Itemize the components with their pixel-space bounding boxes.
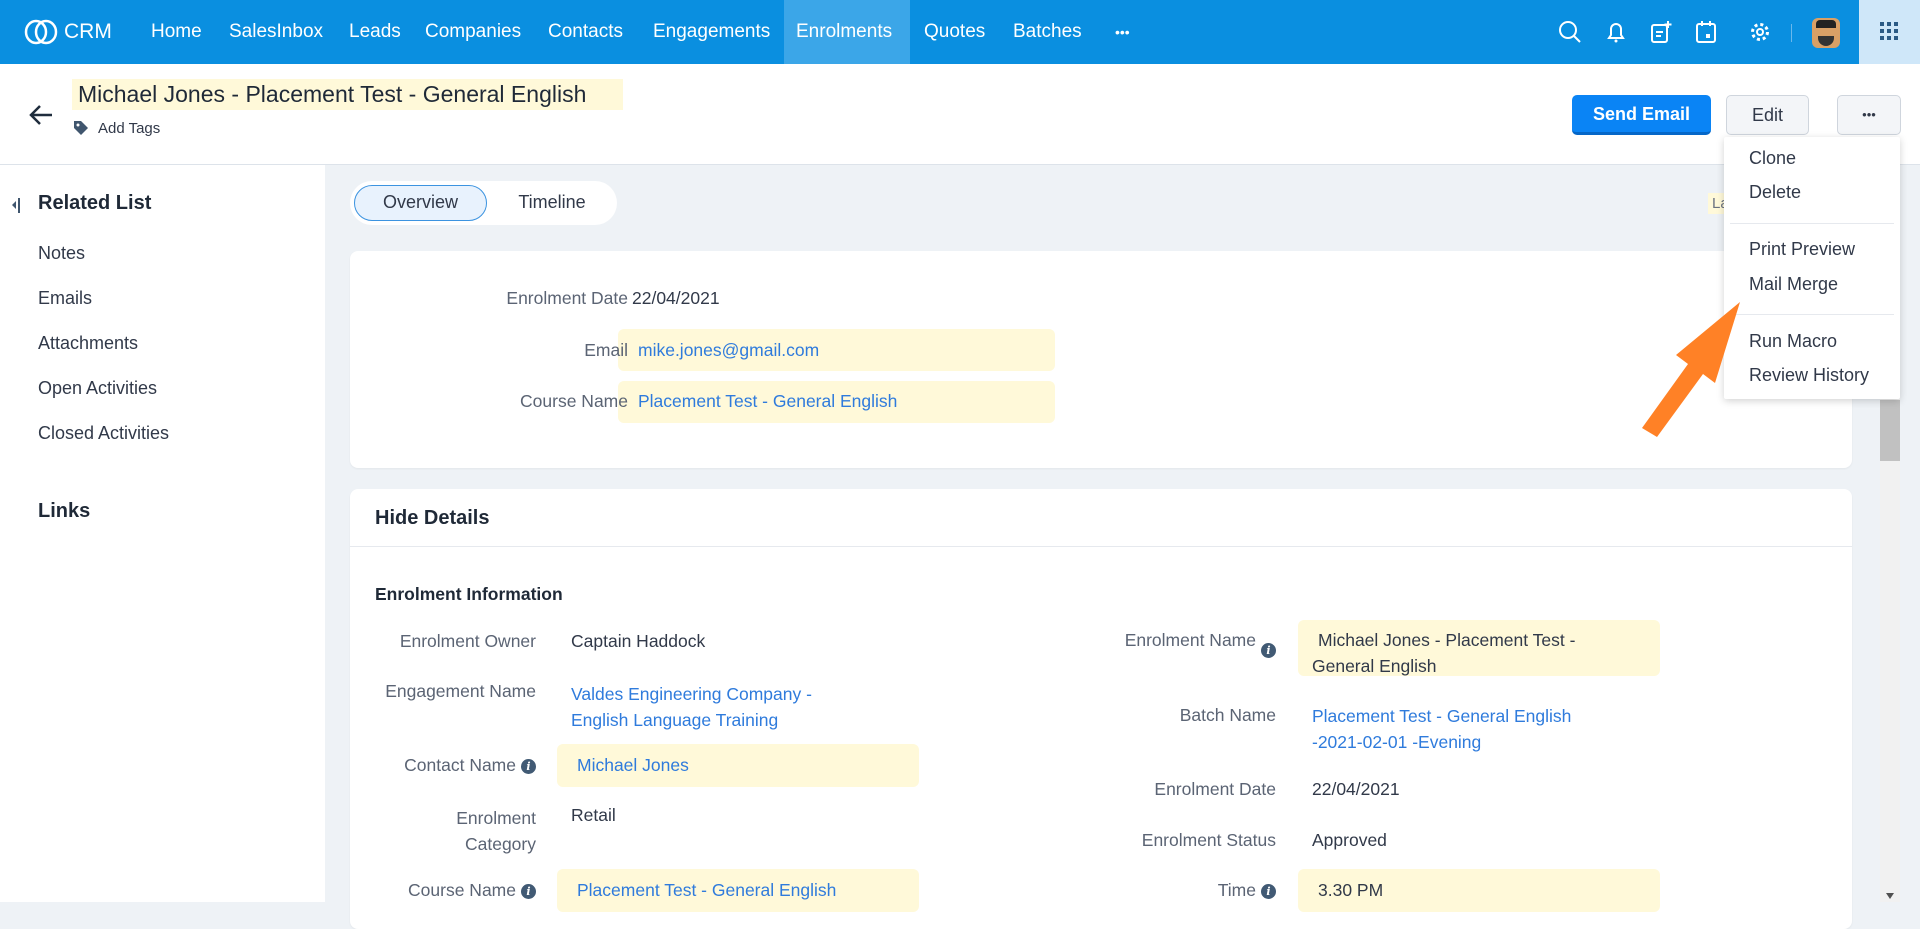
bell-icon[interactable]	[1604, 20, 1628, 44]
calendar-icon[interactable]	[1694, 20, 1718, 44]
edit-button[interactable]: Edit	[1726, 95, 1809, 135]
field-label: Time	[1217, 880, 1256, 900]
grid-icon	[1880, 22, 1898, 40]
summary-label: Email	[584, 340, 628, 360]
summary-card: Enrolment Date 22/04/2021 Email mike.jon…	[350, 251, 1852, 468]
info-icon[interactable]: i	[521, 758, 536, 774]
summary-value: 22/04/2021	[632, 288, 720, 308]
apps-grid-button[interactable]	[1859, 0, 1920, 64]
field-label: Enrolment Name	[1124, 630, 1256, 650]
section-title: Enrolment Information	[375, 584, 563, 604]
annotation-arrow-icon	[1642, 302, 1740, 437]
links-title: Links	[38, 500, 91, 522]
field-label: Engagement Name	[385, 681, 536, 701]
menu-item-print-preview[interactable]: Print Preview	[1749, 239, 1855, 260]
field-label: Contact Name	[404, 755, 516, 775]
enrolment-name-value: Michael Jones - Placement Test - General…	[1312, 630, 1576, 676]
nav-engagements[interactable]: Engagements	[641, 0, 782, 64]
field-label: Enrolment Category	[456, 808, 536, 854]
menu-item-review-history[interactable]: Review History	[1749, 365, 1869, 386]
nav-divider	[1791, 24, 1792, 42]
collapse-icon[interactable]	[11, 197, 21, 218]
more-actions-menu: Clone Delete Print Preview Mail Merge Ru…	[1724, 137, 1900, 399]
tab-timeline[interactable]: Timeline	[496, 185, 608, 221]
batch-link[interactable]: Placement Test - General English -2021-0…	[1312, 703, 1602, 755]
field-label: Course Name	[408, 880, 516, 900]
related-list-title: Related List	[38, 192, 152, 214]
menu-item-clone[interactable]: Clone	[1749, 148, 1796, 169]
menu-item-run-macro[interactable]: Run Macro	[1749, 331, 1837, 352]
send-email-button[interactable]: Send Email	[1572, 95, 1711, 135]
back-arrow-icon[interactable]	[28, 103, 54, 132]
sidebar-item-open-activities[interactable]: Open Activities	[38, 378, 157, 399]
info-icon[interactable]: i	[1261, 883, 1276, 899]
sidebar-item-notes[interactable]: Notes	[38, 243, 85, 264]
field-label: Enrolment Status	[1141, 830, 1276, 850]
crm-logo-icon	[24, 18, 58, 46]
nav-companies[interactable]: Companies	[413, 0, 533, 64]
nav-quotes[interactable]: Quotes	[912, 0, 997, 64]
nav-more-button[interactable]: •••	[1103, 0, 1142, 64]
menu-item-mail-merge[interactable]: Mail Merge	[1749, 274, 1838, 295]
details-card: Hide Details Enrolment Information Enrol…	[350, 489, 1852, 929]
add-tags-link[interactable]: Add Tags	[98, 120, 160, 137]
info-icon[interactable]: i	[521, 883, 536, 899]
crm-logo-text[interactable]: CRM	[60, 0, 116, 64]
scroll-down-icon[interactable]	[1886, 893, 1894, 899]
page-title: Michael Jones - Placement Test - General…	[78, 81, 587, 107]
status-value: Approved	[1312, 830, 1387, 850]
field-label: Enrolment Owner	[399, 631, 536, 651]
top-nav: CRM Home SalesInbox Leads Companies Cont…	[0, 0, 1920, 64]
nav-salesinbox[interactable]: SalesInbox	[217, 0, 335, 64]
summary-label: Enrolment Date	[506, 288, 628, 308]
avatar[interactable]	[1812, 18, 1840, 48]
category-value: Retail	[571, 805, 616, 825]
course-link[interactable]: Placement Test - General English	[638, 391, 897, 412]
sidebar-item-closed-activities[interactable]: Closed Activities	[38, 423, 169, 444]
engagement-link[interactable]: Valdes Engineering Company - English Lan…	[571, 681, 831, 733]
nav-home[interactable]: Home	[139, 0, 214, 64]
related-list-sidebar: Related List Notes Emails Attachments Op…	[0, 165, 325, 902]
field-label: Enrolment Date	[1154, 779, 1276, 799]
menu-item-delete[interactable]: Delete	[1749, 182, 1801, 203]
add-record-icon[interactable]	[1649, 20, 1673, 44]
summary-label: Course Name	[520, 391, 628, 411]
field-label: Batch Name	[1179, 705, 1276, 725]
email-link[interactable]: mike.jones@gmail.com	[638, 340, 819, 361]
tag-icon	[73, 120, 89, 141]
scrollbar-thumb[interactable]	[1880, 400, 1900, 461]
nav-leads[interactable]: Leads	[337, 0, 413, 64]
time-value: 3.30 PM	[1318, 880, 1384, 900]
nav-batches[interactable]: Batches	[1001, 0, 1094, 64]
nav-enrolments[interactable]: Enrolments	[784, 0, 910, 64]
contact-link[interactable]: Michael Jones	[577, 755, 689, 776]
sidebar-item-emails[interactable]: Emails	[38, 288, 92, 309]
info-icon[interactable]: i	[1261, 643, 1276, 658]
more-actions-button[interactable]: •••	[1837, 95, 1901, 135]
tab-overview[interactable]: Overview	[354, 185, 487, 221]
nav-contacts[interactable]: Contacts	[536, 0, 635, 64]
course-name-link[interactable]: Placement Test - General English	[577, 880, 836, 901]
view-toggle: Overview Timeline	[350, 181, 617, 225]
gear-icon[interactable]	[1748, 20, 1772, 44]
search-icon[interactable]	[1558, 20, 1582, 44]
owner-value: Captain Haddock	[571, 631, 706, 651]
sidebar-item-attachments[interactable]: Attachments	[38, 333, 138, 354]
enrolment-date-value: 22/04/2021	[1312, 779, 1400, 799]
hide-details-toggle[interactable]: Hide Details	[375, 507, 489, 530]
